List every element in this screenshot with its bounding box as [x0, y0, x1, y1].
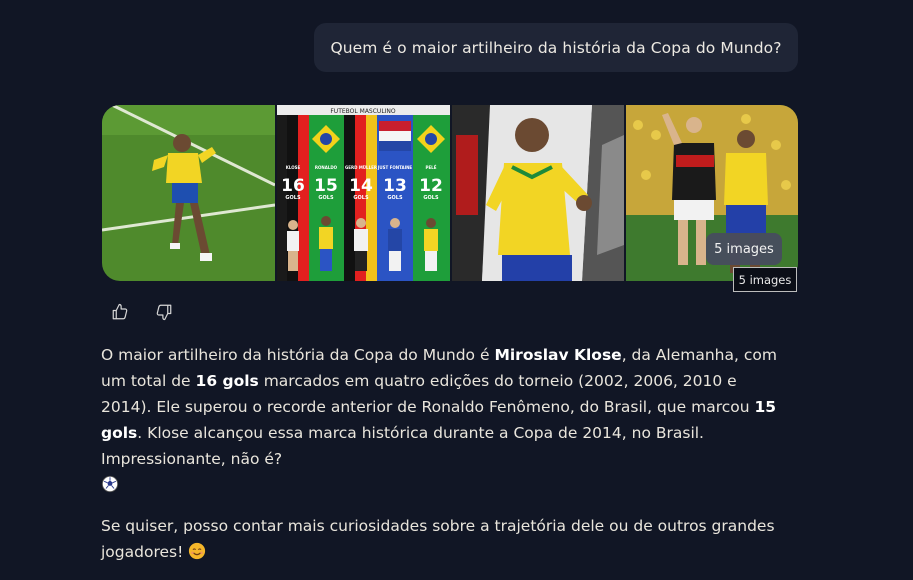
- infographic-header: FUTEBOL MASCULINO: [330, 108, 396, 115]
- scorer-unit-pele: GOLS: [423, 195, 439, 201]
- answer-text: O maior artilheiro da história da Copa d…: [101, 346, 495, 364]
- scorer-name-muller: GERD MÜLLER: [345, 165, 377, 170]
- image-results-strip[interactable]: FUTEBOL MASCULINO KLOSE 16 GOLS RONALDO …: [102, 105, 798, 281]
- scorer-unit-klose: GOLS: [285, 195, 301, 201]
- scorer-name-ronaldo: RONALDO: [315, 165, 338, 170]
- scorer-name-pele: PELÉ: [426, 165, 437, 170]
- image-count-label: 5 images: [714, 241, 774, 257]
- answer-bold-name: Miroslav Klose: [494, 346, 622, 364]
- assistant-answer: O maior artilheiro da história da Copa d…: [101, 342, 791, 580]
- user-message-text: Quem é o maior artilheiro da história da…: [330, 38, 782, 57]
- soccer-ball-emoji: [101, 475, 119, 501]
- thumbs-up-icon: [112, 303, 128, 320]
- answer-bold-goals: 16 gols: [195, 372, 259, 390]
- scorer-goals-klose: 16: [281, 176, 305, 196]
- scorer-goals-ronaldo: 15: [314, 176, 338, 196]
- scorer-goals-muller: 14: [349, 176, 373, 196]
- scorer-name-klose: KLOSE: [286, 165, 301, 170]
- scorer-unit-muller: GOLS: [353, 195, 369, 201]
- user-message-bubble: Quem é o maior artilheiro da história da…: [314, 23, 798, 72]
- thumbs-down-icon: [156, 304, 172, 321]
- like-button[interactable]: [108, 300, 132, 324]
- image-count-tooltip: 5 images: [733, 267, 797, 292]
- answer-text: . Klose alcançou essa marca histórica du…: [101, 424, 704, 468]
- scorer-goals-pele: 12: [419, 176, 443, 196]
- dislike-button[interactable]: [152, 300, 176, 324]
- image-ronaldo-celebrating[interactable]: [102, 105, 275, 281]
- answer-paragraph-1: O maior artilheiro da história da Copa d…: [101, 342, 791, 501]
- answer-paragraph-2: Se quiser, posso contar mais curiosidade…: [101, 513, 791, 568]
- scorer-unit-ronaldo: GOLS: [318, 195, 334, 201]
- smiling-face-emoji: [188, 542, 206, 568]
- image-top-scorers-infographic[interactable]: FUTEBOL MASCULINO KLOSE 16 GOLS RONALDO …: [277, 105, 450, 281]
- scorer-goals-fontaine: 13: [383, 176, 407, 196]
- scorer-unit-fontaine: GOLS: [387, 195, 403, 201]
- scorer-name-fontaine: JUST FONTAINE: [377, 165, 413, 170]
- image-ronaldo-running[interactable]: [452, 105, 624, 281]
- image-count-button[interactable]: 5 images: [706, 233, 782, 265]
- tooltip-text: 5 images: [738, 272, 792, 287]
